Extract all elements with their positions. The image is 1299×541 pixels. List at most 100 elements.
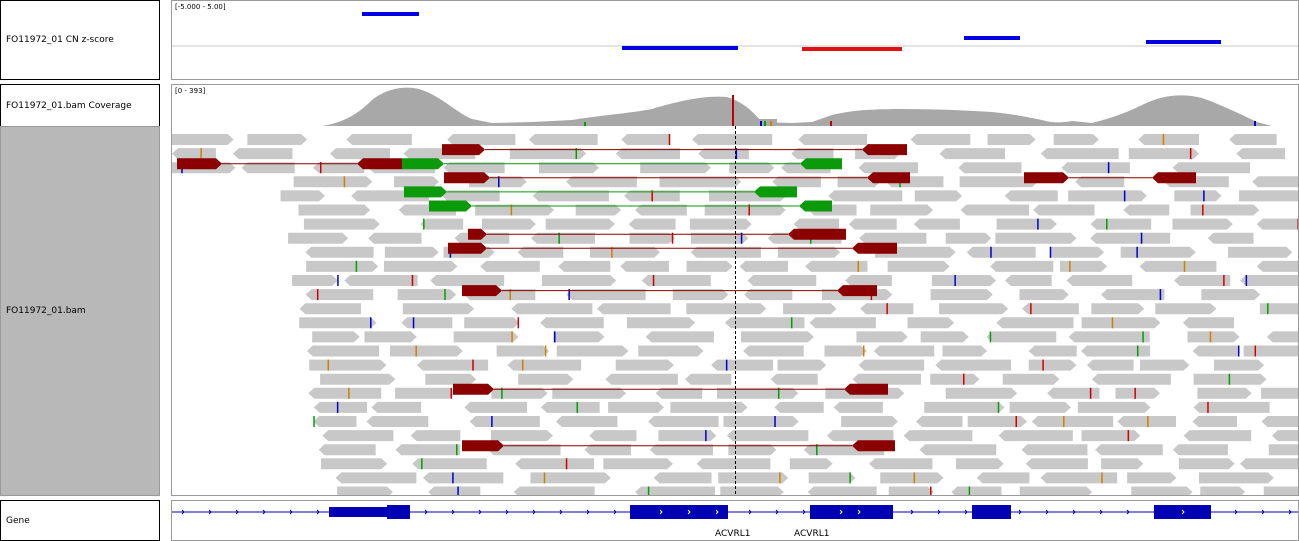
read [481, 218, 536, 230]
read [430, 275, 505, 286]
read [1252, 176, 1298, 188]
read [1187, 331, 1240, 343]
read [1214, 359, 1265, 371]
read [1049, 246, 1105, 258]
read [998, 430, 1073, 442]
read [368, 232, 422, 244]
read [1100, 289, 1165, 301]
read [848, 218, 897, 230]
read [907, 317, 955, 329]
read [371, 401, 422, 413]
read [1120, 246, 1196, 258]
read [720, 486, 784, 495]
read [313, 401, 368, 413]
read [1086, 359, 1134, 371]
cn-track-name[interactable]: FO11972_01 CN z-score [0, 0, 160, 80]
read [939, 148, 1006, 160]
read [1004, 190, 1058, 202]
read [1239, 458, 1298, 470]
read [428, 486, 481, 495]
read [1197, 387, 1252, 399]
read [453, 331, 519, 343]
read [658, 430, 717, 442]
cn-track-label: FO11972_01 CN z-score [6, 35, 114, 45]
read [322, 430, 394, 442]
read [726, 430, 809, 442]
read [1139, 260, 1217, 272]
read [1190, 204, 1260, 216]
gene-label-1: ACVRL1 [715, 529, 751, 539]
read [1229, 134, 1277, 145]
read [828, 190, 903, 202]
read [1081, 317, 1161, 329]
read [777, 359, 827, 371]
read [1155, 303, 1217, 315]
read [383, 260, 458, 272]
read [429, 200, 472, 212]
read [247, 134, 308, 145]
center-line [735, 126, 736, 494]
coverage-track-data[interactable]: [0 - 393] [171, 84, 1299, 126]
read [686, 303, 767, 315]
read [1090, 232, 1171, 244]
read [444, 172, 490, 184]
read [402, 158, 444, 170]
read [1002, 373, 1060, 385]
gene-track-data[interactable]: ACVRL1 ACVRL1 [171, 500, 1299, 541]
read [1117, 416, 1177, 427]
read [1268, 444, 1298, 456]
read [859, 232, 927, 244]
read [966, 246, 1036, 258]
read [556, 345, 629, 357]
read [1081, 430, 1141, 442]
read [596, 303, 671, 315]
cn-segment [1146, 40, 1221, 44]
read [1201, 289, 1261, 301]
read [469, 416, 540, 427]
read [448, 242, 487, 254]
read [1261, 387, 1298, 399]
read [303, 218, 380, 230]
read [956, 458, 1004, 470]
read [393, 176, 439, 188]
gene-track-name[interactable]: Gene [0, 500, 160, 541]
bam-track-label: FO11972_01.bam [6, 306, 86, 316]
read [416, 359, 489, 371]
read [1239, 190, 1298, 202]
coverage-histogram [322, 87, 1272, 126]
bam-track-name[interactable]: FO11972_01.bam [0, 126, 160, 496]
read [309, 359, 387, 371]
read [986, 331, 1057, 343]
coverage-track-name[interactable]: FO11972_01.bam Coverage [0, 84, 160, 126]
read [292, 275, 338, 286]
read [232, 148, 293, 160]
read [589, 430, 637, 442]
read [1019, 289, 1069, 301]
read [313, 416, 357, 427]
read [1256, 260, 1298, 272]
read [1031, 416, 1114, 427]
read [1183, 430, 1252, 442]
read [1263, 486, 1298, 495]
read [366, 416, 429, 427]
read [299, 317, 377, 329]
read [364, 331, 417, 343]
read [903, 430, 973, 442]
read [397, 289, 457, 301]
read [425, 373, 477, 385]
read [783, 303, 837, 315]
gene-track-label: Gene [6, 515, 30, 526]
read [1091, 303, 1145, 315]
read [920, 331, 969, 343]
read [402, 303, 475, 315]
read [513, 486, 595, 495]
cn-range-label: [-5.000 - 5.00] [175, 3, 226, 11]
read [1053, 134, 1099, 145]
gene-exon [1154, 505, 1211, 519]
cn-track-data[interactable]: [-5.000 - 5.00] [171, 0, 1299, 80]
read [541, 275, 617, 286]
read [914, 190, 963, 202]
read [852, 373, 921, 385]
coverage-range-label: [0 - 393] [175, 87, 206, 95]
read [1198, 472, 1274, 484]
